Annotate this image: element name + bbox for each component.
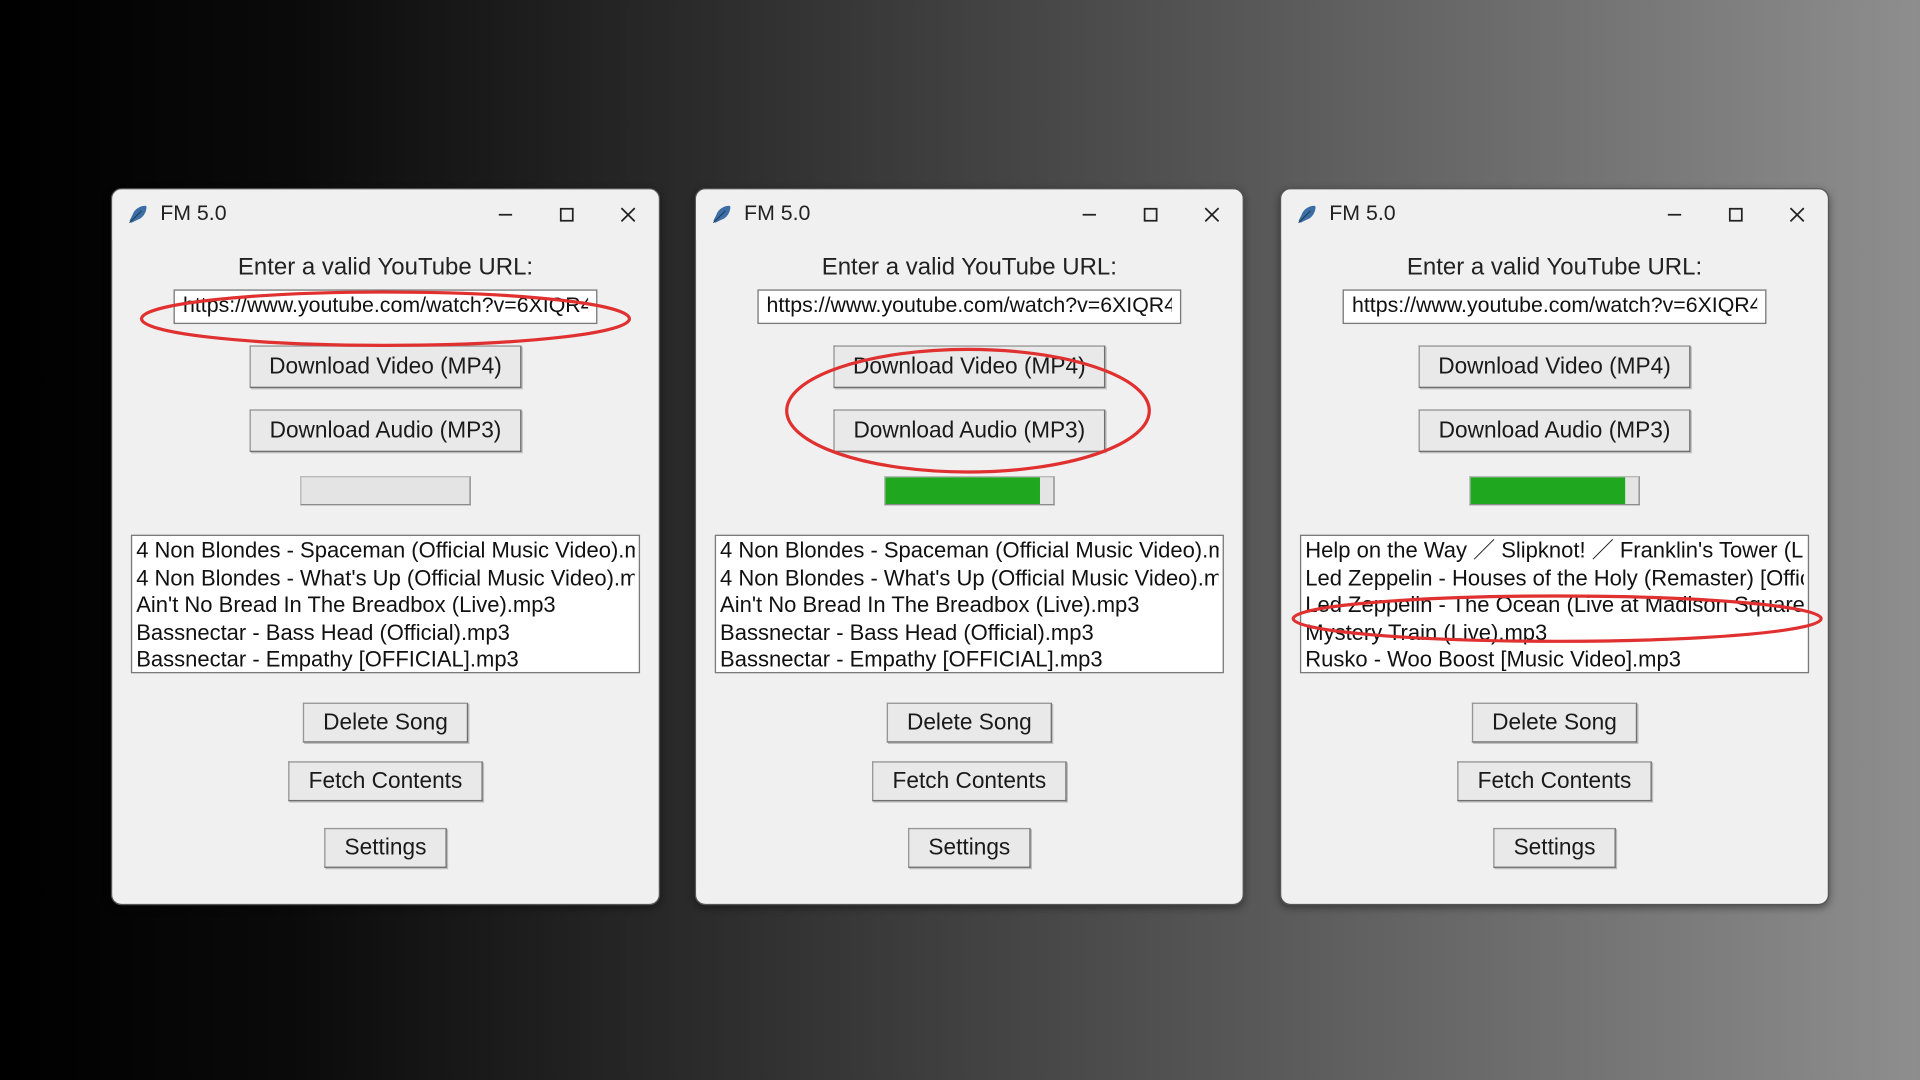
- download-audio-button[interactable]: Download Audio (MP3): [833, 409, 1105, 452]
- minimize-button[interactable]: [1059, 189, 1120, 240]
- song-listbox[interactable]: Help on the Way ／ Slipknot! ／ Franklin's…: [1300, 535, 1809, 674]
- url-input[interactable]: [1343, 289, 1767, 324]
- minimize-button[interactable]: [475, 189, 536, 240]
- list-item[interactable]: 4 Non Blondes - Spaceman (Official Music…: [136, 537, 635, 564]
- list-item[interactable]: 4 Non Blondes - What's Up (Official Musi…: [136, 565, 635, 592]
- fetch-contents-button[interactable]: Fetch Contents: [1458, 761, 1652, 801]
- list-item[interactable]: Bassnectar - Bass Head (Official).mp3: [136, 619, 635, 646]
- settings-button[interactable]: Settings: [325, 828, 447, 868]
- fetch-contents-button[interactable]: Fetch Contents: [873, 761, 1067, 801]
- app-icon: [709, 203, 733, 227]
- url-prompt-label: Enter a valid YouTube URL:: [238, 253, 533, 281]
- progress-bar: [1469, 476, 1640, 505]
- delete-song-button[interactable]: Delete Song: [303, 703, 468, 743]
- titlebar[interactable]: FM 5.0: [112, 189, 659, 240]
- download-video-button[interactable]: Download Video (MP4): [833, 345, 1106, 388]
- delete-song-button[interactable]: Delete Song: [887, 703, 1052, 743]
- url-prompt-label: Enter a valid YouTube URL:: [822, 253, 1117, 281]
- app-title: FM 5.0: [1329, 203, 1395, 227]
- maximize-button[interactable]: [1120, 189, 1181, 240]
- url-input[interactable]: [174, 289, 598, 324]
- app-window: FM 5.0 Enter a valid YouTube URL: Downlo…: [111, 188, 660, 905]
- download-video-button[interactable]: Download Video (MP4): [1418, 345, 1691, 388]
- url-prompt-label: Enter a valid YouTube URL:: [1407, 253, 1702, 281]
- maximize-button[interactable]: [1705, 189, 1766, 240]
- settings-button[interactable]: Settings: [1494, 828, 1616, 868]
- download-audio-button[interactable]: Download Audio (MP3): [250, 409, 522, 452]
- list-item[interactable]: 4 Non Blondes - What's Up (Official Musi…: [720, 565, 1219, 592]
- delete-song-button[interactable]: Delete Song: [1472, 703, 1637, 743]
- list-item[interactable]: Bassnectar - Empathy [OFFICIAL].mp3: [136, 647, 635, 674]
- app-icon: [126, 203, 150, 227]
- settings-button[interactable]: Settings: [908, 828, 1030, 868]
- download-video-button[interactable]: Download Video (MP4): [249, 345, 522, 388]
- maximize-button[interactable]: [536, 189, 597, 240]
- app-window: FM 5.0 Enter a valid YouTube URL: Downlo…: [1280, 188, 1829, 905]
- song-listbox[interactable]: 4 Non Blondes - Spaceman (Official Music…: [715, 535, 1224, 674]
- app-window: FM 5.0 Enter a valid YouTube URL: Downlo…: [695, 188, 1244, 905]
- url-input[interactable]: [757, 289, 1181, 324]
- app-icon: [1295, 203, 1319, 227]
- close-button[interactable]: [1766, 189, 1827, 240]
- minimize-button[interactable]: [1644, 189, 1705, 240]
- app-title: FM 5.0: [160, 203, 226, 227]
- titlebar[interactable]: FM 5.0: [1281, 189, 1828, 240]
- progress-bar: [884, 476, 1055, 505]
- list-item[interactable]: Mystery Train (Live).mp3: [1305, 619, 1804, 646]
- list-item[interactable]: Led Zeppelin - The Ocean (Live at Madiso…: [1305, 592, 1804, 619]
- close-button[interactable]: [1181, 189, 1242, 240]
- download-audio-button[interactable]: Download Audio (MP3): [1419, 409, 1691, 452]
- close-button[interactable]: [597, 189, 658, 240]
- fetch-contents-button[interactable]: Fetch Contents: [289, 761, 483, 801]
- progress-bar: [300, 476, 471, 505]
- list-item[interactable]: Ain't No Bread In The Breadbox (Live).mp…: [136, 592, 635, 619]
- list-item[interactable]: Rusko - Woo Boost [Music Video].mp3: [1305, 647, 1804, 674]
- list-item[interactable]: Bassnectar - Bass Head (Official).mp3: [720, 619, 1219, 646]
- list-item[interactable]: Ain't No Bread In The Breadbox (Live).mp…: [720, 592, 1219, 619]
- song-listbox[interactable]: 4 Non Blondes - Spaceman (Official Music…: [131, 535, 640, 674]
- list-item[interactable]: Led Zeppelin - Houses of the Holy (Remas…: [1305, 565, 1804, 592]
- list-item[interactable]: Help on the Way ／ Slipknot! ／ Franklin's…: [1305, 537, 1804, 564]
- app-title: FM 5.0: [744, 203, 810, 227]
- list-item[interactable]: 4 Non Blondes - Spaceman (Official Music…: [720, 537, 1219, 564]
- list-item[interactable]: Bassnectar - Empathy [OFFICIAL].mp3: [720, 647, 1219, 674]
- titlebar[interactable]: FM 5.0: [696, 189, 1243, 240]
